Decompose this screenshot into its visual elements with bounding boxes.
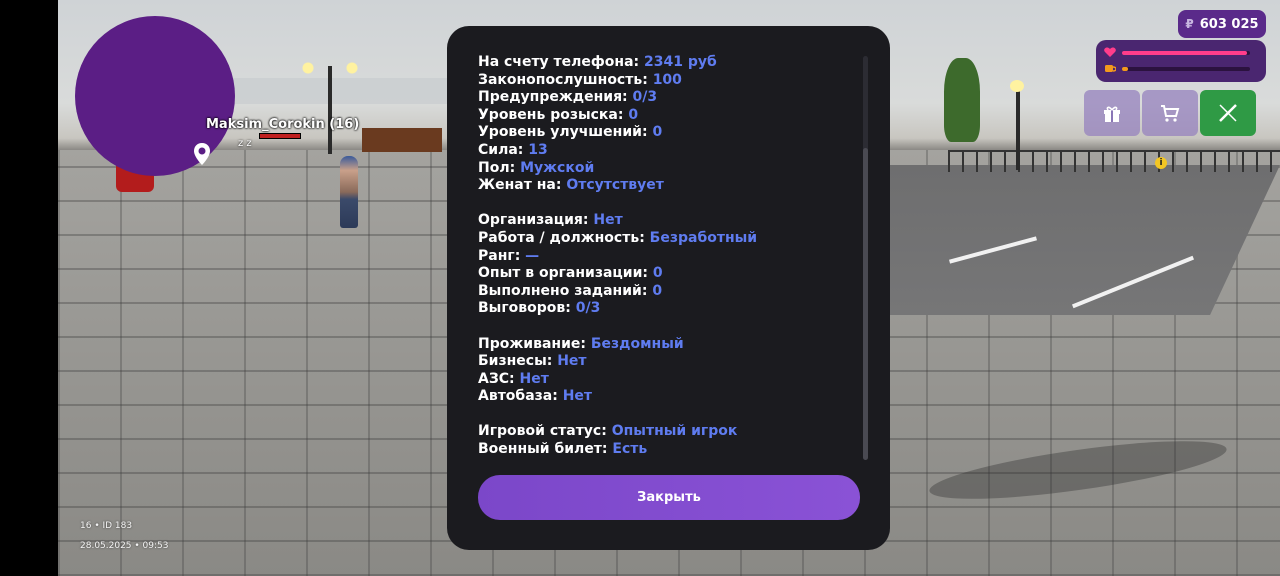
ruble-icon: ₽ — [1185, 17, 1194, 31]
afk-indicator: z z — [238, 138, 252, 149]
street-lamp — [1010, 80, 1024, 170]
player-health-bar — [259, 133, 301, 139]
stat-value: 0 — [628, 106, 639, 123]
stat-row: Ранг: — — [478, 248, 858, 266]
stat-row: Организация: Нет — [478, 212, 858, 230]
stat-value: Мужской — [520, 159, 595, 176]
stat-value: Нет — [519, 370, 549, 387]
character-stats-dialog: На счету телефона: 2341 руб Законопослушн… — [447, 26, 890, 550]
stat-value: Нет — [593, 212, 623, 229]
stat-value: Бездомный — [590, 335, 684, 352]
stat-label: Опыт в организации: — [478, 265, 649, 282]
stat-value: 2341 руб — [644, 54, 717, 70]
hunger-bar-fill — [1122, 66, 1129, 71]
stat-value: Есть — [612, 441, 648, 458]
info-badge[interactable]: i — [1155, 157, 1167, 169]
player-nametag: Maksim_Corokin (16) — [206, 117, 360, 132]
hunger-bar — [1122, 66, 1250, 71]
stat-value: Опытный игрок — [611, 423, 738, 440]
stat-label: Выговоров: — [478, 300, 571, 317]
stat-value: 0 — [652, 265, 663, 282]
stat-row: Автобаза: Нет — [478, 388, 858, 406]
stat-label: Работа / должность: — [478, 229, 645, 246]
stat-label: Организация: — [478, 212, 589, 229]
stat-label: Автобаза: — [478, 388, 558, 405]
stat-label: Пол: — [478, 159, 516, 176]
stat-label: Законопослушность: — [478, 71, 648, 88]
gift-button[interactable] — [1084, 90, 1140, 136]
stat-value: 0/3 — [575, 300, 601, 317]
stat-row: Сила: 13 — [478, 142, 858, 160]
stat-row: АЗС: Нет — [478, 371, 858, 389]
cart-icon — [1161, 105, 1180, 122]
health-bar — [1122, 50, 1250, 55]
stat-value: 0/3 — [632, 89, 658, 106]
gift-icon — [1104, 106, 1120, 122]
stat-value: Нет — [562, 388, 593, 405]
stat-label: Бизнесы: — [478, 353, 553, 370]
stat-row: Выговоров: 0/3 — [478, 300, 858, 318]
map-pin-icon — [194, 143, 210, 165]
money-display: ₽ 603 025 — [1178, 10, 1266, 38]
stat-row: Законопослушность: 100 — [478, 72, 858, 90]
stat-label: Женат на: — [478, 177, 562, 194]
stat-value: Отсутствует — [566, 177, 664, 194]
stats-list: На счету телефона: 2341 руб Законопослушн… — [478, 54, 858, 462]
stat-label: Проживание: — [478, 335, 586, 352]
shop-button[interactable] — [1142, 90, 1198, 136]
health-bar-fill — [1122, 50, 1248, 55]
stat-row: Военный билет: Есть — [478, 441, 858, 459]
stat-row: На счету телефона: 2341 руб — [478, 54, 858, 72]
weapon-icon — [1219, 104, 1237, 122]
server-info: 16 • ID 183 — [80, 521, 133, 531]
stat-label: Выполнено заданий: — [478, 282, 648, 299]
street-lamp — [302, 62, 358, 154]
stat-label: На счету телефона: — [478, 54, 640, 70]
player-character — [340, 156, 358, 228]
hunger-row — [1104, 63, 1250, 74]
stat-row: Выполнено заданий: 0 — [478, 283, 858, 301]
stat-value: 0 — [652, 282, 663, 299]
close-button[interactable]: Закрыть — [478, 475, 860, 520]
stat-value: Безработный — [649, 229, 758, 246]
stat-value: — — [525, 247, 540, 264]
stat-label: Предупреждения: — [478, 89, 628, 106]
tree — [944, 58, 980, 142]
stat-row: Уровень улучшений: 0 — [478, 124, 858, 142]
stat-row: Работа / должность: Безработный — [478, 230, 858, 248]
fence — [948, 150, 1280, 172]
stat-row: Игровой статус: Опытный игрок — [478, 423, 858, 441]
coffee-icon — [1105, 65, 1116, 72]
stat-value: 100 — [652, 71, 682, 88]
stat-label: Ранг: — [478, 247, 521, 264]
scrollbar[interactable] — [863, 56, 868, 460]
stat-row: Предупреждения: 0/3 — [478, 89, 858, 107]
stat-row: Проживание: Бездомный — [478, 336, 858, 354]
stat-row: Опыт в организации: 0 — [478, 265, 858, 283]
money-amount: 603 025 — [1199, 16, 1259, 32]
stat-row: Женат на: Отсутствует — [478, 177, 858, 195]
stat-value: Нет — [557, 353, 587, 370]
heart-icon — [1104, 47, 1116, 57]
scrollbar-thumb[interactable] — [863, 148, 868, 460]
stat-label: Сила: — [478, 141, 524, 158]
stat-value: 13 — [528, 141, 548, 158]
stat-value: 0 — [652, 124, 663, 141]
kiosk — [362, 128, 442, 152]
weapon-button[interactable] — [1200, 90, 1256, 136]
stat-row: Пол: Мужской — [478, 160, 858, 178]
stat-label: Уровень улучшений: — [478, 124, 648, 141]
health-row — [1104, 47, 1250, 58]
stat-label: Игровой статус: — [478, 423, 607, 440]
stat-row: Бизнесы: Нет — [478, 353, 858, 371]
status-bars — [1096, 40, 1266, 82]
stat-label: АЗС: — [478, 370, 515, 387]
stat-label: Военный билет: — [478, 441, 608, 458]
date-time: 28.05.2025 • 09:53 — [80, 541, 169, 551]
stat-label: Уровень розыска: — [478, 106, 624, 123]
stat-row: Уровень розыска: 0 — [478, 107, 858, 125]
